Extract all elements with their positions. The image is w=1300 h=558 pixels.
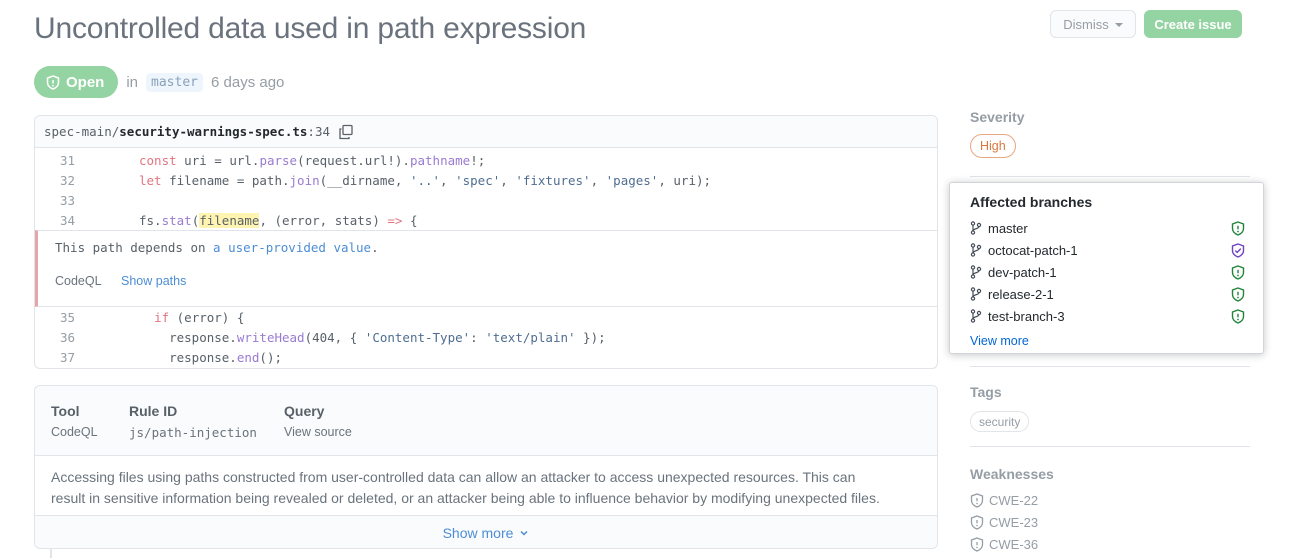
divider <box>970 446 1250 447</box>
weaknesses-title: Weaknesses <box>970 466 1054 482</box>
branch-name: dev-patch-1 <box>988 264 1057 280</box>
dismiss-button[interactable]: Dismiss <box>1050 10 1136 38</box>
branch-name: octocat-patch-1 <box>988 242 1078 258</box>
status-badge-label: Open <box>66 73 105 91</box>
severity-badge: High <box>970 134 1016 158</box>
show-paths-link[interactable]: Show paths <box>121 274 186 288</box>
branch-row[interactable]: master <box>970 217 1245 239</box>
shield-icon <box>970 515 984 530</box>
status-age: 6 days ago <box>211 73 285 91</box>
copy-icon[interactable] <box>338 124 354 140</box>
chevron-down-icon <box>520 530 528 536</box>
alert-message: This path depends on a user-provided val… <box>55 240 379 255</box>
alert-tool: CodeQL <box>55 274 102 288</box>
shield-check-icon <box>1231 242 1245 258</box>
branch-name: master <box>988 220 1028 236</box>
weakness-item[interactable]: CWE-22 <box>970 493 1038 508</box>
tags-title: Tags <box>970 384 1002 400</box>
weakness-item[interactable]: CWE-23 <box>970 515 1038 530</box>
code-line: 33 <box>59 192 75 208</box>
shield-icon <box>46 74 60 90</box>
shield-alert-icon <box>1231 264 1245 280</box>
severity-title: Severity <box>970 109 1025 125</box>
file-path[interactable]: spec-main/security-warnings-spec.ts:34 <box>44 124 330 139</box>
branch-name: release-2-1 <box>988 286 1054 302</box>
divider <box>970 176 1250 177</box>
query-column: Query View source <box>284 403 352 439</box>
code-line: 37 response.end(); <box>59 349 282 365</box>
git-branch-icon <box>970 265 982 279</box>
create-issue-button[interactable]: Create issue <box>1144 10 1242 38</box>
shield-alert-icon <box>1231 220 1245 236</box>
alert-panel: This path depends on a user-provided val… <box>35 230 937 307</box>
chevron-down-icon <box>1114 23 1123 27</box>
branch-name: test-branch-3 <box>988 308 1065 324</box>
rule-info-header: Tool CodeQL Rule ID js/path-injection Qu… <box>35 386 937 456</box>
code-line: 32 let filename = path.join(__dirname, '.… <box>59 172 712 188</box>
code-line: 34 fs.stat(filename, (error, stats) => { <box>59 212 418 228</box>
status-row: Open in master 6 days ago <box>34 66 284 98</box>
file-path-header: spec-main/security-warnings-spec.ts:34 <box>35 116 937 148</box>
timeline-line <box>50 549 52 558</box>
tool-column: Tool CodeQL <box>51 403 98 439</box>
branch-row[interactable]: release-2-1 <box>970 283 1245 305</box>
page-title: Uncontrolled data used in path expressio… <box>34 12 587 45</box>
shield-alert-icon <box>1231 308 1245 324</box>
weakness-item[interactable]: CWE-36 <box>970 537 1038 552</box>
tag-security[interactable]: security <box>970 411 1030 432</box>
branch-row[interactable]: test-branch-3 <box>970 305 1245 327</box>
status-badge: Open <box>34 66 119 98</box>
view-more-link[interactable]: View more <box>970 334 1029 348</box>
git-branch-icon <box>970 309 982 323</box>
shield-icon <box>970 537 984 552</box>
code-line: 36 response.writeHead(404, { 'Content-Ty… <box>59 329 606 345</box>
rule-description: Accessing files using paths constructed … <box>51 469 880 506</box>
code-line: 31 const uri = url.parse(request.url!).pa… <box>59 152 486 168</box>
divider <box>970 366 1250 367</box>
view-source-link[interactable]: View source <box>284 425 352 439</box>
git-branch-icon <box>970 287 982 301</box>
shield-icon <box>970 493 984 508</box>
rule-id-column: Rule ID js/path-injection <box>129 403 257 440</box>
status-in-text: in <box>126 73 139 91</box>
code-snippet: spec-main/security-warnings-spec.ts:34 3… <box>34 115 938 369</box>
affected-branches-title: Affected branches <box>970 194 1093 210</box>
code-line: 35 if (error) { <box>59 309 245 325</box>
git-branch-icon <box>970 221 982 235</box>
show-more-button[interactable]: Show more <box>35 515 937 548</box>
user-value-link[interactable]: a user-provided value <box>213 240 371 255</box>
branch-chip[interactable]: master <box>146 72 203 92</box>
branch-row[interactable]: octocat-patch-1 <box>970 239 1245 261</box>
shield-alert-icon <box>1231 286 1245 302</box>
affected-branches-popover: Affected branches master octocat-patch-1… <box>949 182 1264 354</box>
dismiss-label: Dismiss <box>1063 16 1109 32</box>
branch-row[interactable]: dev-patch-1 <box>970 261 1245 283</box>
git-branch-icon <box>970 243 982 257</box>
rule-info-panel: Tool CodeQL Rule ID js/path-injection Qu… <box>34 385 938 549</box>
